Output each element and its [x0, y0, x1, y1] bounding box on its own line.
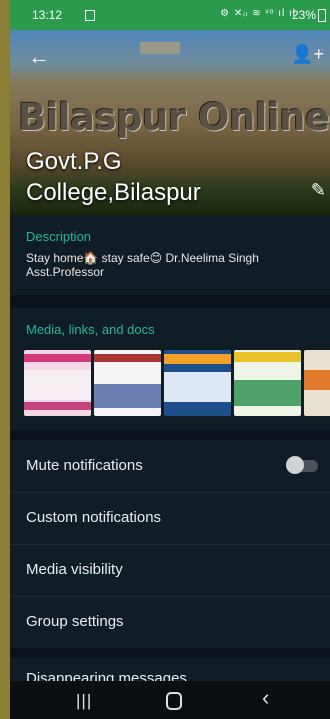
custom-notifications-label: Custom notifications	[26, 509, 162, 526]
group-settings-row[interactable]: Group settings	[10, 596, 330, 648]
edit-pencil-icon[interactable]: ✎	[311, 180, 326, 201]
media-section[interactable]: Media, links, and docs	[10, 308, 330, 430]
media-thumbnail[interactable]	[304, 350, 330, 416]
mute-notifications-row[interactable]: Mute notifications	[10, 440, 330, 493]
group-name-line2: College,Bilaspur	[26, 179, 201, 206]
group-header-image: ← 👤+ Bilaspur Online Govt.P.G College,Bi…	[10, 30, 330, 215]
battery-percentage: 23%	[291, 8, 316, 22]
add-participant-icon[interactable]: 👤+	[291, 44, 324, 65]
status-bar: 13:12 ⚙ ✕ᵢₗ ≋ ᵛᵒ ıl ıl 23%	[10, 0, 330, 30]
banner-text: Bilaspur Online	[18, 96, 330, 139]
navigation-bar: ||| ‹	[10, 681, 330, 719]
media-visibility-label: Media visibility	[26, 561, 123, 578]
phone-screen: 13:12 ⚙ ✕ᵢₗ ≋ ᵛᵒ ıl ıl 23% ← 👤+ Bilaspur…	[10, 0, 330, 719]
media-thumbnail[interactable]	[24, 350, 91, 416]
group-name: Govt.P.G College,Bilaspur	[26, 146, 306, 208]
description-line2: Asst.Professor	[26, 265, 105, 279]
section-divider	[10, 295, 330, 308]
notification-icon	[85, 10, 95, 21]
description-label: Description	[26, 229, 92, 244]
back-icon[interactable]: ‹	[262, 685, 269, 711]
back-arrow-icon[interactable]: ←	[28, 46, 50, 68]
media-thumbnail[interactable]	[234, 350, 301, 416]
mute-notifications-label: Mute notifications	[26, 457, 143, 474]
media-thumbnails	[24, 350, 330, 416]
recents-icon[interactable]: |||	[76, 691, 92, 711]
section-divider	[10, 648, 330, 658]
custom-notifications-row[interactable]: Custom notifications	[10, 492, 330, 545]
group-settings-label: Group settings	[26, 613, 124, 630]
media-thumbnail[interactable]	[164, 350, 231, 416]
description-section[interactable]: Description Stay home🏠 stay safe😊 Dr.Nee…	[10, 215, 330, 295]
settings-list: Mute notifications Custom notifications …	[10, 440, 330, 719]
media-thumbnail[interactable]	[94, 350, 161, 416]
section-divider	[10, 430, 330, 440]
fort-silhouette	[140, 42, 180, 54]
media-visibility-row[interactable]: Media visibility	[10, 544, 330, 597]
description-line1: Stay home🏠 stay safe😊 Dr.Neelima Singh	[26, 251, 259, 265]
status-icons: ⚙ ✕ᵢₗ ≋ ᵛᵒ ıl ıl	[220, 8, 296, 19]
group-name-line1: Govt.P.G	[26, 148, 122, 175]
status-time: 13:12	[32, 8, 63, 22]
media-label[interactable]: Media, links, and docs	[26, 322, 155, 337]
home-icon[interactable]	[166, 692, 182, 710]
mute-toggle-thumb[interactable]	[286, 456, 304, 474]
description-text: Stay home🏠 stay safe😊 Dr.Neelima Singh A…	[26, 251, 316, 279]
battery-icon	[318, 9, 326, 22]
